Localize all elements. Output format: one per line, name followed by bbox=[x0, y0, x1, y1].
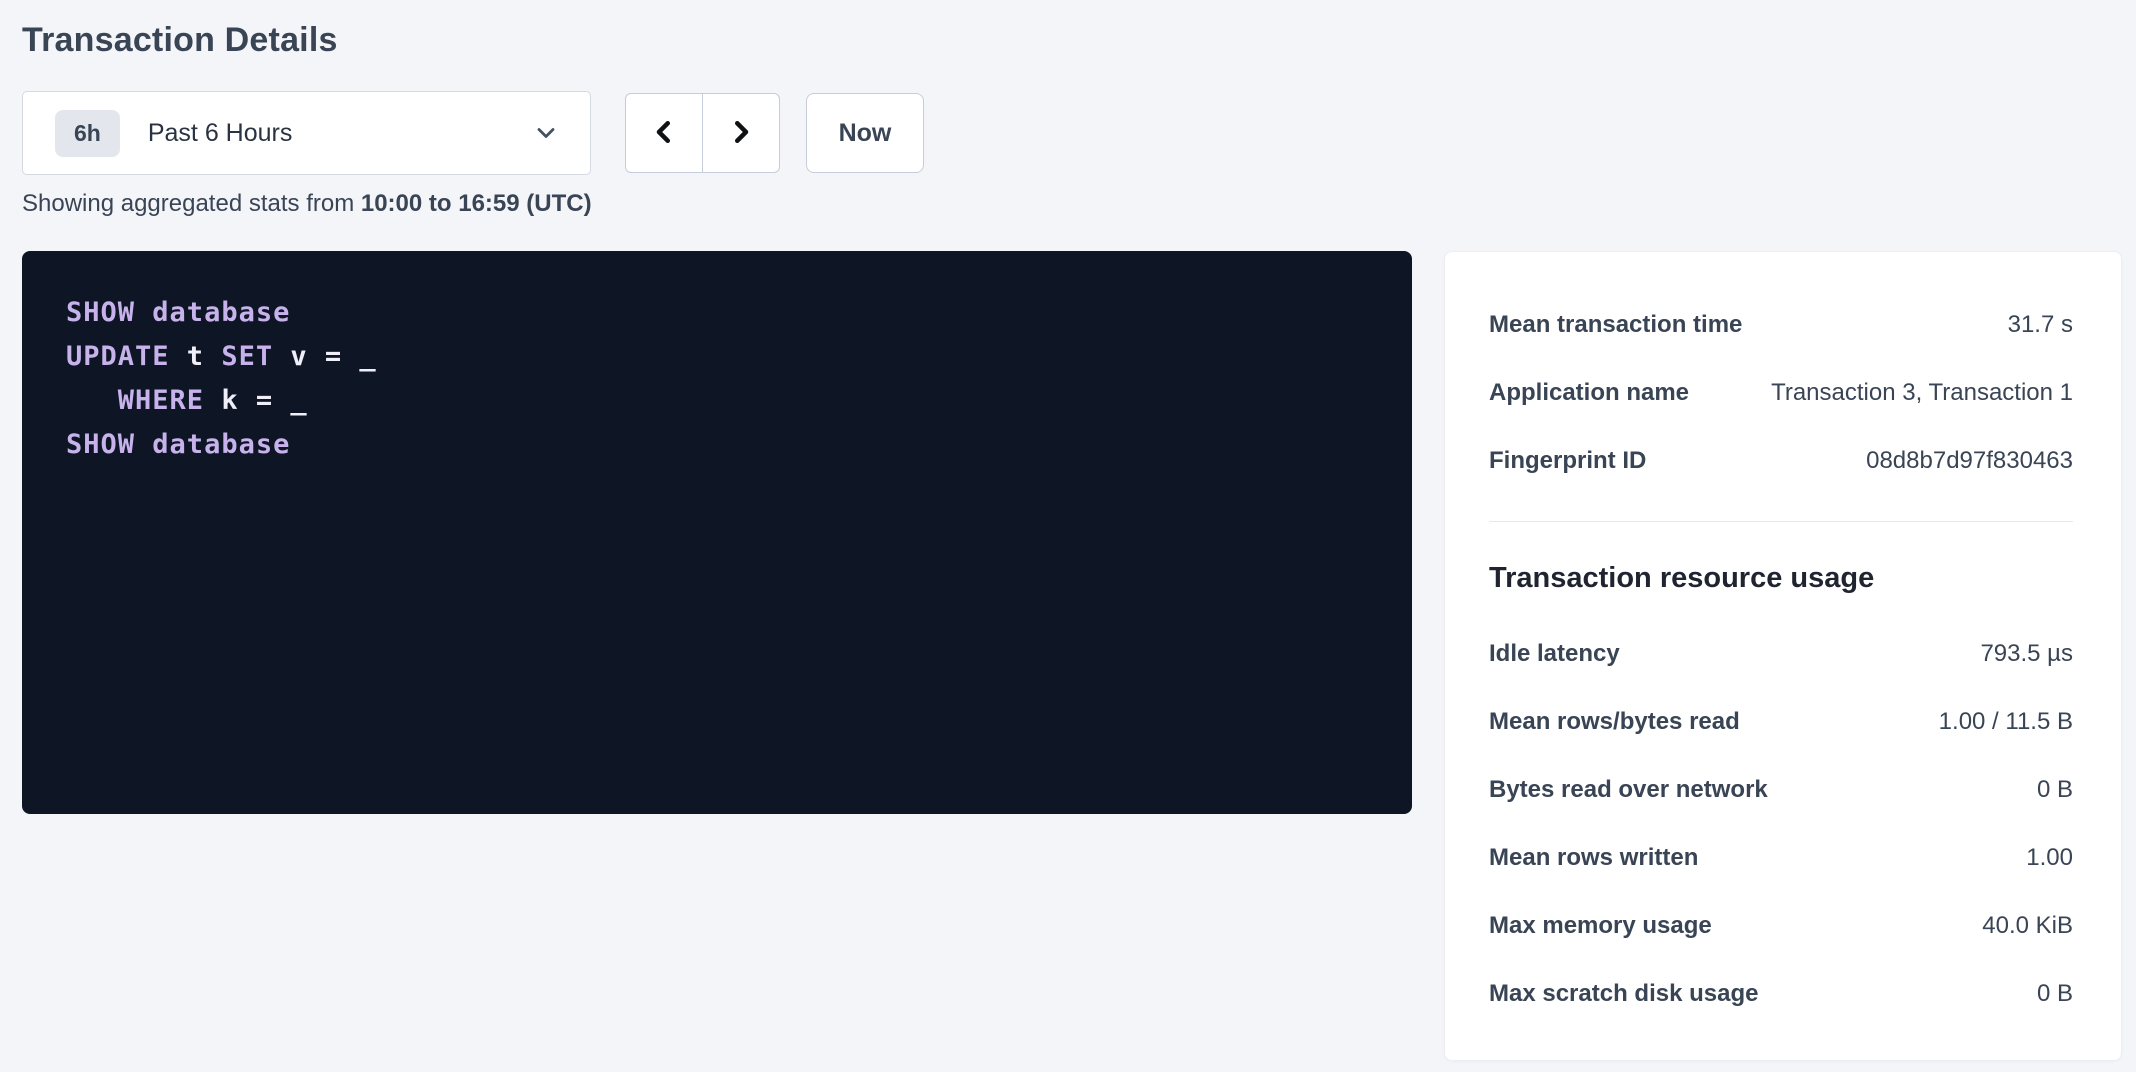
main-content: SHOW databaseUPDATE t SET v = _ WHERE k … bbox=[22, 251, 2122, 1061]
summary-row-value: 0 B bbox=[2037, 776, 2073, 804]
sql-text: k = _ bbox=[204, 385, 308, 416]
summary-row-value: 1.00 / 11.5 B bbox=[1939, 708, 2073, 736]
summary-row-value: 08d8b7d97f830463 bbox=[1866, 447, 2073, 475]
summary-row: Idle latency 793.5 µs bbox=[1489, 620, 2073, 688]
summary-row-label: Mean transaction time bbox=[1489, 311, 1742, 339]
time-range-badge: 6h bbox=[55, 110, 120, 157]
summary-row: Mean rows/bytes read 1.00 / 11.5 B bbox=[1489, 688, 2073, 756]
time-window-pager bbox=[625, 91, 780, 175]
chevron-right-icon bbox=[726, 117, 756, 150]
summary-row-value: 40.0 KiB bbox=[1982, 912, 2073, 940]
sql-code: SHOW databaseUPDATE t SET v = _ WHERE k … bbox=[66, 291, 1368, 467]
sql-line: UPDATE t SET v = _ bbox=[66, 335, 1368, 379]
sql-keyword: UPDATE bbox=[66, 341, 170, 372]
summary-row-label: Mean rows/bytes read bbox=[1489, 708, 1740, 736]
summary-row-label: Max scratch disk usage bbox=[1489, 980, 1758, 1008]
summary-row: Bytes read over network 0 B bbox=[1489, 756, 2073, 824]
sql-keyword: database bbox=[152, 429, 290, 460]
previous-time-window-button[interactable] bbox=[625, 93, 703, 173]
summary-row: Max scratch disk usage 0 B bbox=[1489, 960, 2073, 1028]
aggregated-stats-caption: Showing aggregated stats from 10:00 to 1… bbox=[22, 187, 2122, 220]
sql-keyword: WHERE bbox=[118, 385, 204, 416]
sql-line: SHOW database bbox=[66, 423, 1368, 467]
next-time-window-button[interactable] bbox=[702, 93, 780, 173]
sql-text bbox=[135, 429, 152, 460]
sql-line: SHOW database bbox=[66, 291, 1368, 335]
sql-text bbox=[66, 385, 118, 416]
sql-keyword: SHOW bbox=[66, 297, 135, 328]
summary-row-value: 31.7 s bbox=[2008, 311, 2073, 339]
card-divider bbox=[1489, 521, 2073, 522]
summary-row-value: 793.5 µs bbox=[1980, 640, 2073, 668]
stats-caption-prefix: Showing aggregated stats from bbox=[22, 190, 361, 217]
summary-row: Fingerprint ID 08d8b7d97f830463 bbox=[1489, 427, 2073, 495]
resource-usage-heading: Transaction resource usage bbox=[1489, 558, 2073, 598]
summary-row-label: Idle latency bbox=[1489, 640, 1620, 668]
summary-row-label: Application name bbox=[1489, 379, 1689, 407]
transaction-summary-card: Mean transaction time 31.7 s Application n… bbox=[1444, 251, 2122, 1061]
summary-row: Mean transaction time 31.7 s bbox=[1489, 291, 2073, 359]
summary-row-value: Transaction 3, Transaction 1 bbox=[1771, 379, 2073, 407]
sql-keyword: SHOW bbox=[66, 429, 135, 460]
time-range-label: Past 6 Hours bbox=[148, 119, 293, 148]
resource-rows: Idle latency 793.5 µs Mean rows/bytes read… bbox=[1489, 620, 2073, 1028]
time-range-dropdown[interactable]: 6h Past 6 Hours bbox=[22, 91, 591, 175]
sql-keyword: SET bbox=[221, 341, 273, 372]
overview-rows: Mean transaction time 31.7 s Application n… bbox=[1489, 291, 2073, 495]
summary-row-label: Fingerprint ID bbox=[1489, 447, 1646, 475]
time-picker-controls: 6h Past 6 Hours Now bbox=[22, 91, 2122, 175]
sql-keyword: database bbox=[152, 297, 290, 328]
chevron-down-icon bbox=[532, 119, 560, 147]
summary-row-label: Max memory usage bbox=[1489, 912, 1712, 940]
stats-caption-range: 10:00 to 16:59 (UTC) bbox=[361, 190, 592, 217]
summary-row-label: Bytes read over network bbox=[1489, 776, 1768, 804]
transaction-details-page: Transaction Details 6h Past 6 Hours Now bbox=[0, 0, 2136, 1072]
summary-row: Mean rows written 1.00 bbox=[1489, 824, 2073, 892]
summary-row: Application name Transaction 3, Transacti… bbox=[1489, 359, 2073, 427]
summary-row: Max memory usage 40.0 KiB bbox=[1489, 892, 2073, 960]
sql-line: WHERE k = _ bbox=[66, 379, 1368, 423]
summary-row-value: 1.00 bbox=[2026, 844, 2073, 872]
sql-text bbox=[135, 297, 152, 328]
summary-row-label: Mean rows written bbox=[1489, 844, 1698, 872]
now-button[interactable]: Now bbox=[806, 93, 924, 173]
chevron-left-icon bbox=[649, 117, 679, 150]
sql-statement-box: SHOW databaseUPDATE t SET v = _ WHERE k … bbox=[22, 251, 1412, 814]
sql-text: v = _ bbox=[273, 341, 377, 372]
page-title: Transaction Details bbox=[22, 14, 2122, 61]
sql-text: t bbox=[170, 341, 222, 372]
summary-row-value: 0 B bbox=[2037, 980, 2073, 1008]
